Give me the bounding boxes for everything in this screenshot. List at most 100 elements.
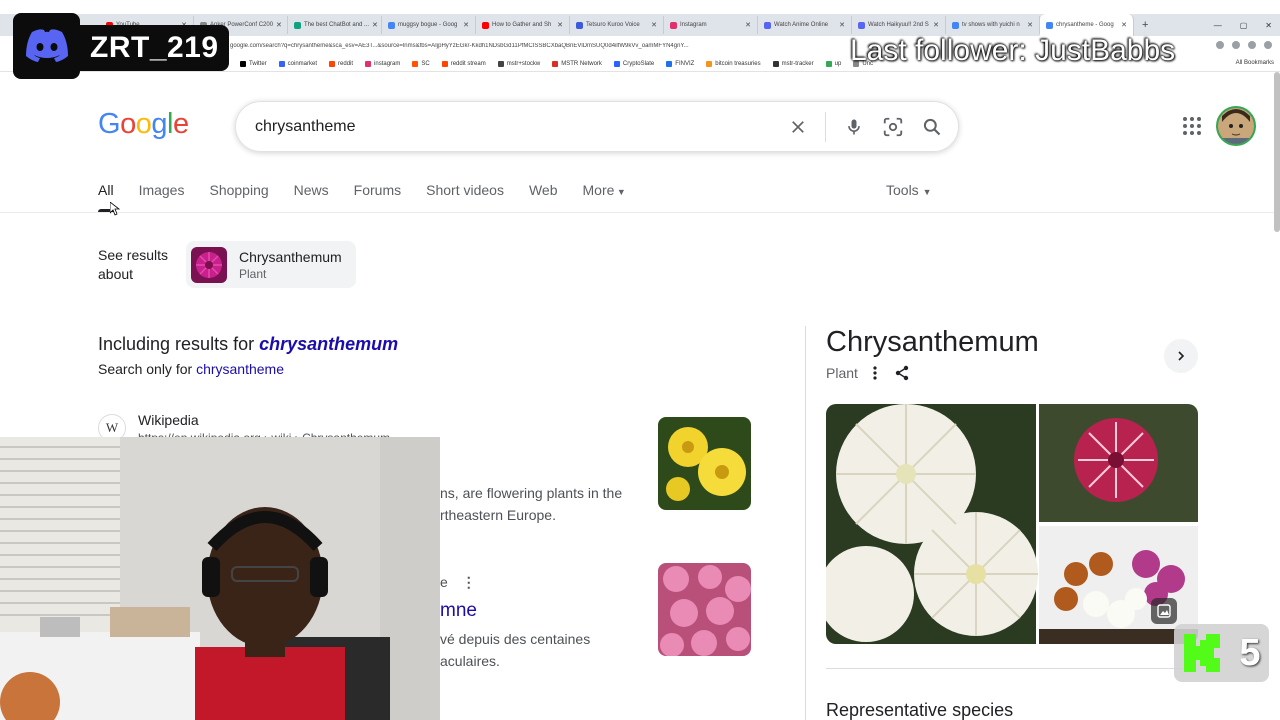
bookmark-item[interactable]: up: [825, 60, 841, 67]
tab-more[interactable]: More ▼: [583, 182, 626, 212]
bookmark-label: bitcoin treasuries: [715, 60, 761, 67]
bookmark-item[interactable]: coinmarket: [278, 60, 317, 67]
bookmark-label: SC: [421, 60, 430, 67]
new-tab-button[interactable]: +: [1134, 19, 1156, 31]
tab-forums[interactable]: Forums: [354, 182, 401, 212]
tab-favicon-icon: [294, 21, 301, 29]
tab-favicon-icon: [1046, 21, 1053, 29]
tools-menu[interactable]: Tools ▼: [886, 182, 932, 198]
google-logo[interactable]: Google: [98, 108, 189, 141]
extension-icon[interactable]: [1248, 41, 1256, 49]
representative-species-heading[interactable]: Representative species: [826, 700, 1013, 720]
extension-icon[interactable]: [1232, 41, 1240, 49]
tab-label: News: [293, 182, 329, 198]
tab-close-icon[interactable]: ✕: [839, 21, 845, 29]
clear-icon[interactable]: [789, 118, 807, 136]
url-text[interactable]: google.com/search?q=chrysantheme&sca_esv…: [230, 43, 870, 49]
tab-images[interactable]: Images: [139, 182, 185, 212]
all-bookmarks-button[interactable]: All Bookmarks: [1236, 60, 1274, 66]
tab-close-icon[interactable]: ✕: [276, 21, 282, 29]
kick-counter-overlay: 5: [1174, 624, 1269, 682]
tab-label: tv shows with yuichi n: [962, 22, 1020, 28]
tab-close-icon[interactable]: ✕: [745, 21, 751, 29]
knowledge-panel-separator: [826, 668, 1198, 669]
divider: [825, 111, 826, 142]
browser-tab[interactable]: chrysantheme - Goog ✕: [1040, 14, 1134, 36]
bookmark-favicon-icon: [278, 60, 285, 67]
result-snippet-2: vé depuis des centaines aculaires.: [440, 631, 591, 669]
result-thumbnail-yellow-flower[interactable]: [658, 417, 751, 510]
more-options-icon[interactable]: [870, 365, 880, 381]
tab-close-icon[interactable]: ✕: [651, 21, 657, 29]
bookmark-item[interactable]: reddit: [329, 60, 353, 67]
search-only-for: Search only for chrysantheme: [98, 361, 284, 377]
tab-close-icon[interactable]: ✕: [1027, 21, 1033, 29]
search-input[interactable]: [255, 117, 755, 136]
tab-close-icon[interactable]: ✕: [1121, 21, 1127, 29]
close-window-icon[interactable]: ✕: [1265, 21, 1272, 30]
search-icon[interactable]: [922, 117, 942, 137]
bookmark-item[interactable]: SC: [412, 60, 430, 67]
bookmark-item[interactable]: MSTR Network: [552, 60, 602, 67]
image-gallery-icon[interactable]: [1151, 598, 1177, 624]
maximize-icon[interactable]: ▢: [1240, 21, 1248, 30]
bookmark-item[interactable]: FINVIZ: [666, 60, 694, 67]
bookmark-favicon-icon: [497, 60, 504, 67]
result-site-text: e: [440, 574, 448, 590]
result-thumbnail-pink-flowers[interactable]: [658, 563, 751, 656]
share-icon[interactable]: [894, 365, 910, 381]
bookmark-label: mstr-tracker: [781, 60, 814, 67]
apps-grid-icon[interactable]: [1182, 116, 1202, 136]
browser-tab[interactable]: tv shows with yuichi n ✕: [946, 16, 1040, 34]
bookmark-item[interactable]: Twitter: [240, 60, 267, 67]
tab-shopping[interactable]: Shopping: [209, 182, 268, 212]
bookmark-item[interactable]: CryptoSlate: [613, 60, 654, 67]
knowledge-panel-images[interactable]: [826, 404, 1198, 644]
result-site-name[interactable]: Wikipedia: [138, 412, 199, 428]
tab-close-icon[interactable]: ✕: [372, 21, 378, 29]
browser-tab[interactable]: How to Gather and Sh ✕: [476, 16, 570, 34]
tab-web[interactable]: Web: [529, 182, 558, 212]
bookmark-favicon-icon: [365, 60, 372, 67]
entity-chip[interactable]: Chrysanthemum Plant: [186, 241, 356, 288]
bookmark-favicon-icon: [240, 60, 246, 67]
tab-close-icon[interactable]: ✕: [933, 21, 939, 29]
bookmark-item[interactable]: reddit stream: [441, 60, 486, 67]
extension-icon[interactable]: [1216, 41, 1224, 49]
tab-favicon-icon: [670, 21, 677, 29]
bookmark-favicon-icon: [412, 60, 419, 67]
browser-tab[interactable]: The best ChatBot and ... ✕: [288, 16, 382, 34]
search-only-link[interactable]: chrysantheme: [196, 361, 284, 377]
bookmark-label: instagram: [374, 60, 401, 67]
bookmark-favicon-icon: [825, 60, 832, 67]
microphone-icon[interactable]: [844, 117, 864, 137]
browser-tab[interactable]: Watch Haikyuu!! 2nd S ✕: [852, 16, 946, 34]
discord-username: ZRT_219: [80, 25, 229, 71]
search-box[interactable]: [235, 101, 959, 152]
bookmark-item[interactable]: mstr+stockw: [497, 60, 540, 67]
browser-tab[interactable]: Watch Anime Online ✕: [758, 16, 852, 34]
browser-tab[interactable]: Tetsuro Kuroo Voice ✕: [570, 16, 664, 34]
chevron-right-icon[interactable]: [1164, 339, 1198, 373]
minimize-icon[interactable]: —: [1214, 21, 1222, 30]
browser-tab[interactable]: muggsy bogue - Goog ✕: [382, 16, 476, 34]
tab-news[interactable]: News: [294, 182, 329, 212]
including-term-link[interactable]: chrysanthemum: [259, 334, 398, 354]
tab-short-videos[interactable]: Short videos: [426, 182, 504, 212]
account-avatar[interactable]: [1216, 106, 1256, 146]
more-options-icon[interactable]: ⋮: [462, 574, 476, 590]
browser-tab[interactable]: Instagram ✕: [664, 16, 758, 34]
bookmark-item[interactable]: bitcoin treasuries: [706, 60, 761, 67]
tools-label: Tools: [886, 182, 919, 198]
search-only-prefix: Search only for: [98, 361, 193, 377]
bookmark-item[interactable]: mstr-tracker: [772, 60, 814, 67]
tabs-divider: [0, 212, 1280, 213]
camera-lens-icon[interactable]: [882, 116, 904, 138]
result-title-2[interactable]: mne: [440, 600, 477, 622]
tab-close-icon[interactable]: ✕: [463, 21, 469, 29]
tab-label: muggsy bogue - Goog: [398, 22, 458, 28]
page-scrollbar[interactable]: [1274, 72, 1280, 232]
profile-icon[interactable]: [1264, 41, 1272, 49]
bookmark-item[interactable]: instagram: [365, 60, 401, 67]
tab-close-icon[interactable]: ✕: [557, 21, 563, 29]
